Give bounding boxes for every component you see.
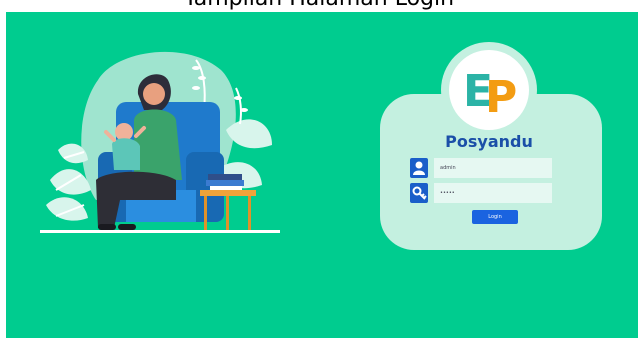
- mother-baby-illustration: [40, 51, 280, 233]
- key-icon: [410, 183, 428, 203]
- svg-text:P: P: [485, 72, 517, 123]
- password-input[interactable]: [434, 183, 552, 203]
- posyandu-logo-icon: E P: [463, 66, 517, 123]
- login-button[interactable]: Login: [472, 210, 518, 224]
- username-input[interactable]: [434, 158, 552, 178]
- brand-name: Posyandu: [445, 132, 533, 151]
- logo-inner: E P: [449, 50, 529, 130]
- page-caption: Tampilan Halaman Login: [0, 0, 638, 10]
- username-row: [410, 158, 552, 178]
- logo-badge: E P: [441, 42, 537, 138]
- user-icon: [410, 158, 428, 178]
- password-row: [410, 183, 552, 203]
